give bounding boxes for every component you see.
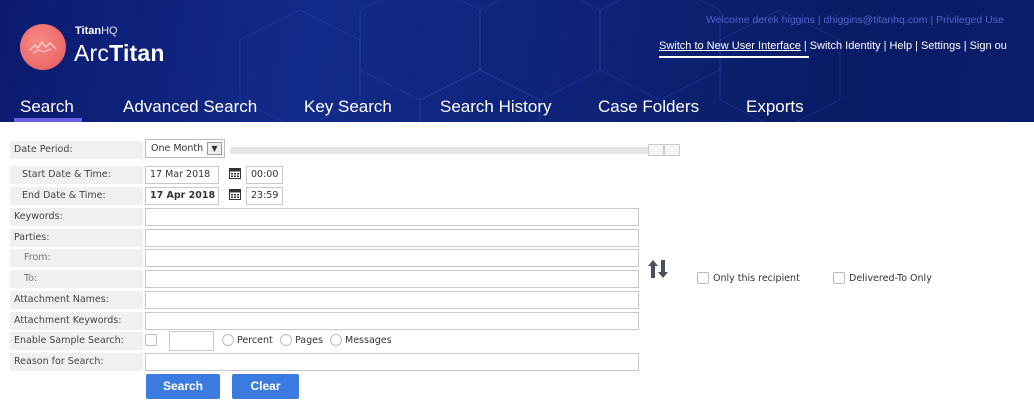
percent-radio[interactable]	[222, 334, 234, 346]
keywords-label: Keywords:	[10, 208, 143, 226]
tab-search[interactable]: Search	[20, 97, 74, 117]
tab-search-history[interactable]: Search History	[440, 97, 551, 117]
help-link[interactable]: Help	[889, 40, 912, 52]
brand-company: TitanHQ	[75, 25, 118, 37]
messages-label: Messages	[345, 335, 392, 346]
attachment-names-label: Attachment Names:	[10, 291, 143, 309]
from-label: From:	[10, 249, 143, 267]
keywords-input[interactable]	[145, 208, 639, 226]
date-slider-track[interactable]	[230, 147, 680, 154]
attachment-names-input[interactable]	[145, 291, 639, 309]
start-time-field[interactable]: 00:00	[246, 166, 283, 184]
sample-search-checkbox[interactable]	[145, 334, 157, 346]
to-input[interactable]	[145, 270, 639, 288]
top-links: Switch to New User Interface | Switch Iden…	[659, 40, 1007, 52]
end-time-field[interactable]: 23:59	[246, 187, 283, 205]
parties-input[interactable]	[145, 229, 639, 247]
switch-identity-link[interactable]: Switch Identity	[810, 40, 881, 52]
end-date-field[interactable]: 17 Apr 2018	[145, 187, 219, 205]
titanhq-logo	[20, 24, 66, 70]
separator: |	[963, 40, 967, 52]
search-button[interactable]: Search	[146, 374, 220, 399]
attachment-keywords-input[interactable]	[145, 312, 639, 330]
brand-product-prefix: Arc	[74, 40, 110, 66]
switch-ui-underline	[659, 56, 809, 58]
date-period-label: Date Period:	[10, 141, 143, 159]
sample-search-label: Enable Sample Search:	[10, 332, 143, 350]
tab-advanced-search[interactable]: Advanced Search	[123, 97, 257, 117]
bird-icon	[29, 40, 57, 54]
active-tab-indicator	[14, 118, 82, 122]
app-header: TitanHQ ArcTitan Welcome derek higgins |…	[0, 0, 1034, 122]
pages-radio[interactable]	[280, 334, 292, 346]
separator: |	[883, 40, 887, 52]
sign-out-link[interactable]: Sign ou	[970, 40, 1007, 52]
only-recipient-label: Only this recipient	[713, 273, 800, 284]
date-period-select[interactable]: One Month ▼	[145, 139, 225, 158]
separator: |	[915, 40, 918, 52]
delivered-to-label: Delivered-To Only	[849, 273, 932, 284]
messages-radio[interactable]	[330, 334, 342, 346]
welcome-text: Welcome derek higgins | dhiggins@titanhq…	[706, 14, 1004, 26]
end-date-label: End Date & Time:	[10, 187, 143, 205]
parties-label: Parties:	[10, 229, 143, 247]
brand-product-name: Titan	[109, 40, 165, 66]
only-recipient-checkbox[interactable]	[697, 272, 709, 284]
delivered-to-checkbox[interactable]	[833, 272, 845, 284]
tab-case-folders[interactable]: Case Folders	[598, 97, 699, 117]
tab-key-search[interactable]: Key Search	[304, 97, 392, 117]
chevron-down-icon[interactable]: ▼	[207, 142, 222, 155]
brand-company-name: Titan	[75, 25, 102, 37]
start-date-field[interactable]: 17 Mar 2018	[145, 166, 219, 184]
from-input[interactable]	[145, 249, 639, 267]
tab-exports[interactable]: Exports	[746, 97, 804, 117]
date-slider-handle-end[interactable]	[664, 144, 680, 156]
separator: |	[803, 40, 807, 52]
start-date-label: Start Date & Time:	[10, 166, 143, 184]
settings-link[interactable]: Settings	[921, 40, 961, 52]
reason-input[interactable]	[145, 353, 639, 371]
swap-parties-icon[interactable]	[647, 258, 669, 280]
switch-ui-link[interactable]: Switch to New User Interface	[659, 40, 801, 52]
clear-button[interactable]: Clear	[232, 374, 299, 399]
brand-product: ArcTitan	[74, 40, 165, 67]
brand-company-suffix: HQ	[101, 25, 118, 37]
percent-label: Percent	[237, 335, 273, 346]
calendar-icon[interactable]	[229, 167, 241, 179]
pages-label: Pages	[295, 335, 323, 346]
main-nav: Search Advanced Search Key Search Search…	[0, 97, 1034, 122]
date-period-value: One Month	[151, 143, 204, 154]
calendar-icon[interactable]	[229, 188, 241, 200]
reason-label: Reason for Search:	[10, 353, 143, 371]
sample-size-input[interactable]	[169, 331, 214, 351]
attachment-keywords-label: Attachment Keywords:	[10, 312, 143, 330]
to-label: To:	[10, 270, 143, 288]
date-slider-handle[interactable]	[648, 144, 664, 156]
